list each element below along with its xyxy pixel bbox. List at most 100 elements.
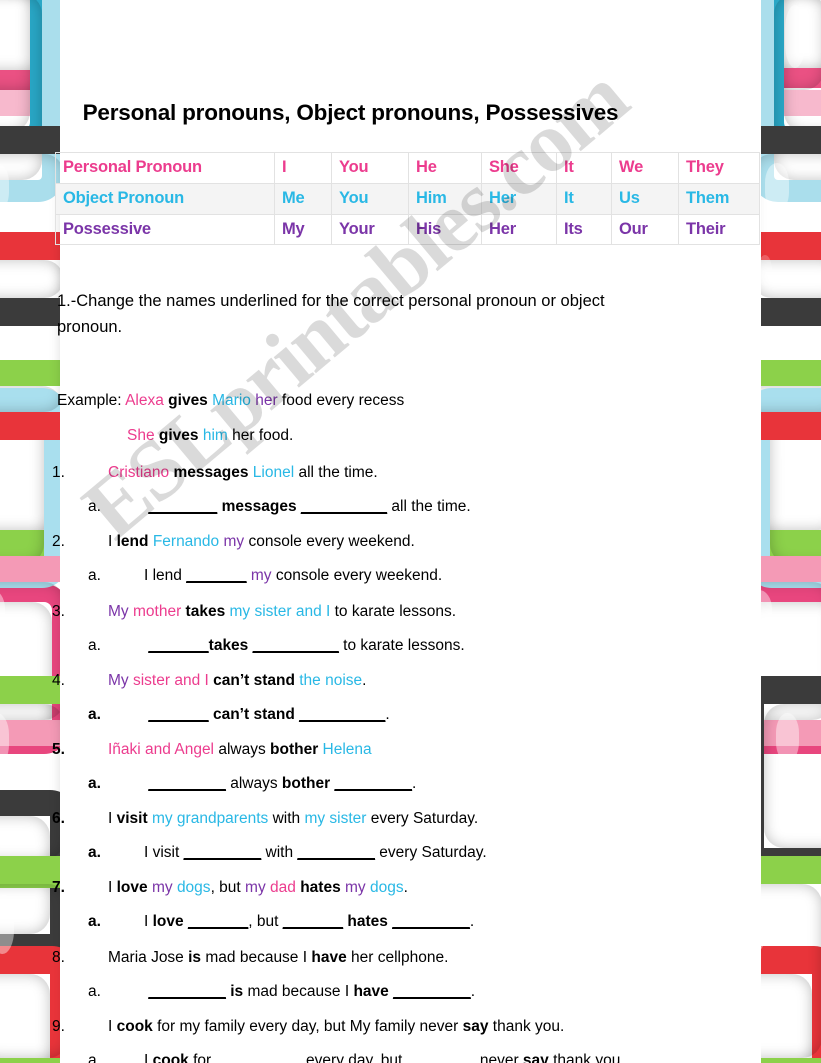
answer-blank[interactable]: _________: [334, 775, 412, 792]
cell-personal-4: She: [481, 152, 557, 184]
example-sentence-answer: She gives him her food.: [127, 427, 293, 444]
cell-poss-6: Our: [611, 213, 679, 246]
exercise-number: 8.: [52, 948, 65, 966]
text-run: always: [214, 740, 271, 758]
exercise-answer-marker: a.: [88, 913, 101, 931]
cell-poss-2: Your: [331, 213, 409, 246]
answer-blank[interactable]: __________: [216, 1052, 302, 1063]
answer-blank[interactable]: _______: [283, 913, 343, 930]
answer-blank[interactable]: _______: [186, 567, 246, 584]
exercise-answer-line: a. _______takes __________ to karate les…: [0, 633, 701, 658]
answer-blank[interactable]: _________: [393, 983, 471, 1000]
exercise-answer-marker: a.: [88, 498, 101, 516]
answer-blank[interactable]: __________: [253, 637, 339, 654]
answer-blank[interactable]: _______: [148, 706, 208, 723]
exercise-answer-line: a. _________ is mad because I have _____…: [0, 979, 701, 1004]
text-run: my: [245, 879, 266, 897]
exercise-answer-marker: a.: [88, 982, 101, 1000]
text-run: , but: [248, 913, 283, 931]
cell-object-7: Them: [678, 182, 760, 215]
exercise-answer-line: a. I lend _______ my console every weeken…: [0, 563, 701, 588]
text-run: always: [225, 775, 282, 793]
cell-personal-1: I: [274, 152, 332, 184]
exercise-question-text: I love my dogs, but my dad hates my dogs…: [108, 879, 408, 896]
answer-blank[interactable]: ________: [148, 498, 217, 515]
text-run: I: [144, 1051, 153, 1063]
instruction-text: 1.-Change the names underlined for the c…: [57, 292, 605, 336]
cell-poss-5: Its: [556, 213, 612, 246]
answer-blank[interactable]: ________: [407, 1052, 476, 1063]
exercise-item: 8. Maria Jose is mad because I have her c…: [0, 945, 701, 1004]
text-run: my grandparents: [151, 810, 269, 828]
text-run: Maria Jose: [108, 948, 189, 966]
text-run: .: [362, 671, 367, 689]
text-run: Iñaki and Angel: [108, 740, 215, 758]
exercise-question-text: Maria Jose is mad because I have her cel…: [108, 949, 448, 966]
cell-object-4: Her: [481, 182, 557, 215]
answer-blank[interactable]: _______: [148, 637, 208, 654]
text-run: .: [412, 775, 417, 793]
answer-blank[interactable]: _________: [392, 913, 470, 930]
text-run: console every weekend.: [271, 567, 443, 585]
exercise-answer-line: a. ________ messages __________ all the …: [0, 494, 701, 519]
text-run: is: [188, 948, 202, 966]
exercise-answer-text[interactable]: I lend _______ my console every weekend.: [144, 567, 442, 584]
text-run: Alexa: [125, 391, 164, 409]
text-run: hates: [300, 879, 341, 897]
cell-poss-7: Their: [678, 213, 760, 246]
answer-blank[interactable]: _________: [297, 844, 375, 861]
text-run: Helena: [322, 740, 372, 758]
answer-blank[interactable]: _________: [184, 844, 262, 861]
text-run: Mario: [212, 391, 251, 409]
cell-object-3: Him: [408, 182, 482, 215]
text-run: bother: [281, 775, 331, 793]
exercise-answer-text[interactable]: _________ is mad because I have ________…: [144, 983, 475, 1000]
exercise-question-text: I lend Fernando my console every weekend…: [108, 533, 415, 550]
exercise-item: 2. I lend Fernando my console every weeke…: [0, 529, 701, 588]
answer-blank[interactable]: _________: [148, 983, 226, 1000]
text-run: gives: [158, 426, 199, 444]
text-run: her food.: [227, 426, 294, 444]
exercise-answer-text[interactable]: _________ always bother _________.: [144, 775, 416, 792]
text-run: can’t stand: [212, 705, 295, 723]
exercise-answer-text[interactable]: _______ can’t stand __________.: [144, 705, 389, 723]
table-row-personal-pronoun: Personal Pronoun I You He She It We They: [55, 152, 760, 184]
text-run: My: [108, 671, 129, 689]
text-run: all the time.: [294, 464, 378, 482]
exercise-question-line: 1. Cristiano messages Lionel all the time…: [0, 460, 701, 485]
answer-blank[interactable]: __________: [301, 498, 387, 515]
row-label-possessive: Possessive: [55, 213, 275, 246]
text-run: food every recess: [277, 391, 405, 409]
exercise-number: 7.: [52, 879, 65, 897]
exercise-answer-text[interactable]: ________ messages __________ all the tim…: [144, 498, 470, 516]
answer-blank[interactable]: __________: [299, 706, 385, 723]
text-run: my: [250, 567, 272, 585]
exercise-question-line: 6. I visit my grandparents with my sister…: [0, 806, 701, 831]
text-run: for my family every day, but My family n…: [152, 1017, 463, 1035]
text-run: love: [116, 879, 148, 897]
exercise-answer-marker: a.: [88, 567, 101, 585]
cell-poss-3: His: [408, 213, 482, 246]
exercise-answer-text[interactable]: I love _______, but _______ hates ______…: [144, 913, 474, 930]
exercise-answer-text[interactable]: I cook for __________ every day, but ___…: [144, 1052, 625, 1063]
exercise-question-text: Iñaki and Angel always bother Helena: [108, 741, 372, 758]
exercise-question-text: My sister and I can’t stand the noise.: [108, 672, 366, 689]
text-run: messages: [221, 498, 297, 516]
exercise-answer-text[interactable]: _______takes __________ to karate lesson…: [144, 637, 464, 654]
text-run: mother: [132, 602, 182, 620]
text-run: , but: [210, 879, 246, 897]
answer-blank[interactable]: _________: [148, 775, 226, 792]
exercise-item: 9. I cook for my family every day, but My…: [0, 1014, 701, 1063]
exercise-number: 1.: [52, 464, 65, 482]
exercise-answer-text[interactable]: I visit _________ with _________ every S…: [144, 844, 487, 861]
answer-blank[interactable]: _______: [188, 913, 248, 930]
text-run: my: [223, 533, 245, 551]
exercise-number: 5.: [52, 740, 65, 758]
worksheet-page: Personal pronouns, Object pronouns, Poss…: [0, 0, 821, 1063]
exercise-answer-marker: a.: [88, 705, 101, 723]
exercise-question-line: 3. My mother takes my sister and I to kar…: [0, 599, 701, 624]
text-run: cook: [152, 1051, 189, 1063]
page-title: Personal pronouns, Object pronouns, Poss…: [82, 100, 619, 125]
text-run: messages: [173, 464, 249, 482]
text-run: mad because I: [201, 948, 312, 966]
